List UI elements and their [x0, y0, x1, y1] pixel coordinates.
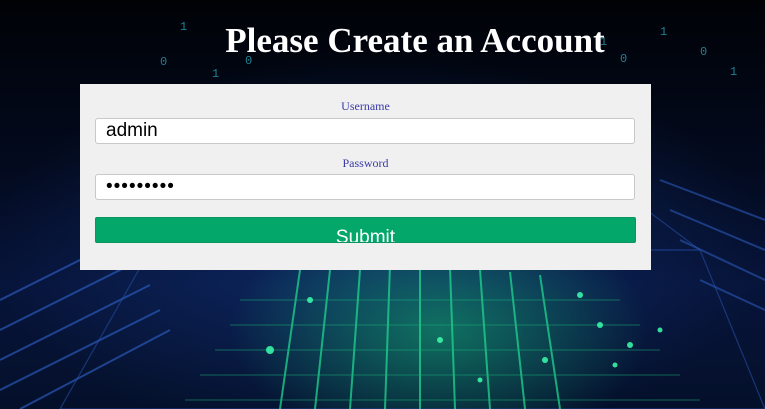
username-input[interactable] [95, 118, 635, 144]
page-title: Please Create an Account [225, 21, 605, 60]
username-label: Username [341, 99, 390, 113]
svg-text:1: 1 [730, 65, 737, 79]
create-account-form: Username Password Submit [80, 84, 651, 270]
password-input[interactable] [95, 174, 635, 200]
submit-button[interactable]: Submit [95, 217, 636, 243]
svg-text:1: 1 [212, 67, 219, 81]
password-label: Password [342, 156, 389, 170]
